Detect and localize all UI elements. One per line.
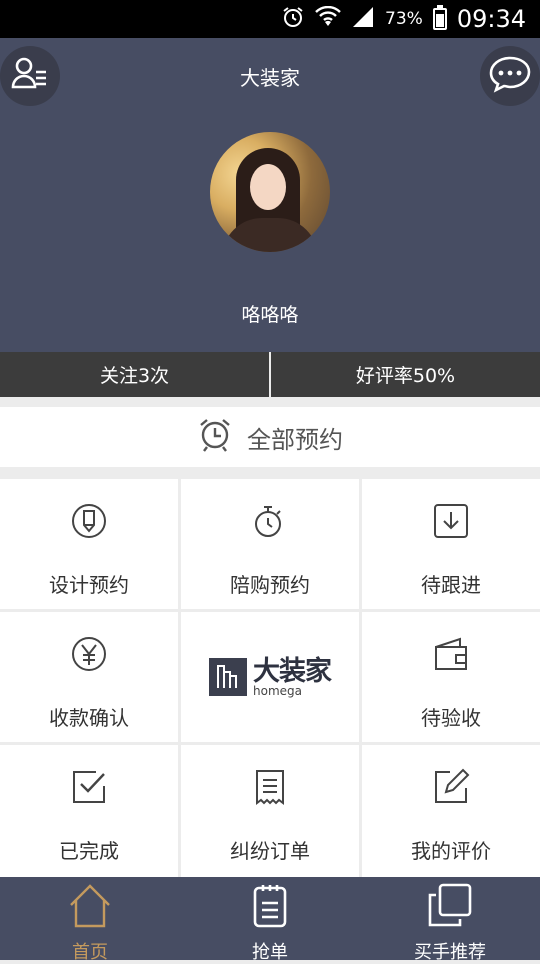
receipt-icon [251, 768, 289, 810]
tile-label: 待跟进 [421, 573, 481, 597]
tile-label: 设计预约 [49, 573, 129, 597]
checkbox-icon [70, 768, 108, 810]
battery-icon [432, 5, 447, 30]
tab-grab-orders[interactable]: 抢单 [180, 877, 360, 963]
message-button[interactable] [480, 46, 540, 106]
copy-squares-icon [426, 883, 474, 934]
all-orders-label: 全部预约 [247, 425, 343, 454]
tab-recommend-label: 买手推荐 [414, 942, 486, 963]
tile-accompany-appointment[interactable]: 陪购预约 [181, 479, 359, 609]
logo-text: 大装家 [253, 655, 332, 687]
edit-icon [432, 768, 470, 810]
alarm-icon [281, 5, 305, 33]
function-grid: 设计预约 陪购预约 待跟进 收款确认 大装家 homega 待验收 已完成 纠纷… [0, 479, 540, 877]
download-box-icon [432, 502, 470, 544]
tile-dispute-orders[interactable]: 纠纷订单 [181, 745, 359, 877]
tab-grab-label: 抢单 [252, 942, 288, 963]
tile-label: 待验收 [421, 706, 481, 730]
avatar[interactable] [210, 132, 330, 252]
tile-follow-up[interactable]: 待跟进 [362, 479, 540, 609]
battery-percent: 73% [385, 9, 423, 29]
wifi-icon [315, 5, 341, 32]
stats-bar: 关注3次 好评率50% [0, 352, 540, 397]
yen-icon [70, 635, 108, 677]
page-title: 大装家 [240, 66, 300, 90]
stopwatch-icon [251, 502, 289, 544]
tile-label: 陪购预约 [230, 573, 310, 597]
tile-label: 纠纷订单 [230, 839, 310, 863]
all-orders-button[interactable]: 全部预约 [0, 407, 540, 467]
logo-mark-icon [209, 658, 247, 696]
alarm-clock-icon [197, 416, 233, 458]
status-bar: 73% 09:34 [0, 0, 540, 38]
profile-header: 大装家 咯咯咯 [0, 38, 540, 352]
tile-pending-inspection[interactable]: 待验收 [362, 612, 540, 742]
tile-payment-confirm[interactable]: 收款确认 [0, 612, 178, 742]
follow-count: 关注3次 [99, 365, 170, 387]
tile-label: 已完成 [59, 839, 119, 863]
home-icon [68, 883, 112, 934]
tile-label: 我的评价 [411, 839, 491, 863]
tile-my-reviews[interactable]: 我的评价 [362, 745, 540, 877]
tile-design-appointment[interactable]: 设计预约 [0, 479, 178, 609]
wallet-icon [432, 635, 470, 677]
tile-label: 收款确认 [49, 706, 129, 730]
brand-logo: 大装家 homega [181, 612, 359, 742]
tab-home-label: 首页 [72, 942, 108, 963]
tile-completed[interactable]: 已完成 [0, 745, 178, 877]
clipboard-icon [250, 883, 290, 934]
logo-subtext: homega [253, 683, 302, 698]
tab-home[interactable]: 首页 [0, 877, 180, 963]
clock: 09:34 [456, 5, 526, 33]
signal-icon [351, 6, 375, 32]
chat-bubble-icon [488, 54, 532, 98]
tab-buyer-recommend[interactable]: 买手推荐 [360, 877, 540, 963]
pencil-badge-icon [70, 502, 108, 544]
rating-percent: 好评率50% [355, 365, 456, 387]
username: 咯咯咯 [241, 304, 299, 326]
bottom-tab-bar: 首页 抢单 买手推荐 [0, 877, 540, 963]
